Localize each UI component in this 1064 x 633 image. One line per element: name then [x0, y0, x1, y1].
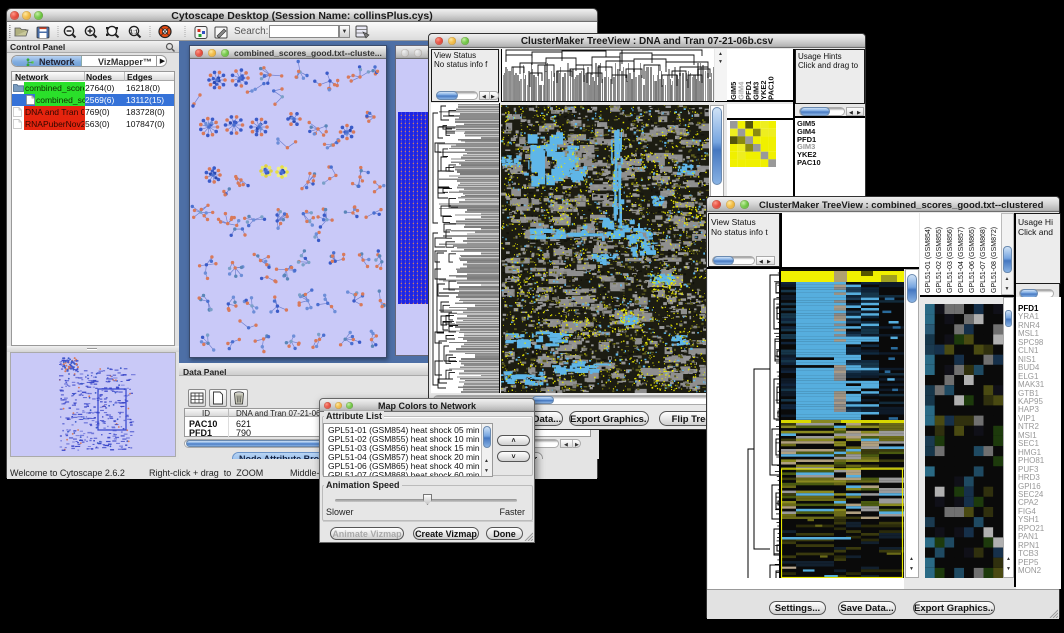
- svg-text:1:1: 1:1: [130, 29, 138, 35]
- svg-text:PAC10: PAC10: [767, 76, 776, 100]
- svg-text:GPL51-01 (GSM854): GPL51-01 (GSM854): [925, 227, 932, 293]
- svg-text:GPL51-07 (GSM868): GPL51-07 (GSM868): [980, 227, 987, 293]
- svg-text:GPL51-04 (GSM857): GPL51-04 (GSM857): [958, 227, 965, 293]
- svg-text:GPL51-06 (GSM865): GPL51-06 (GSM865): [969, 227, 976, 293]
- svg-text:GPL51-08 (GSM872): GPL51-08 (GSM872): [991, 227, 998, 293]
- svg-text:GPL51-02 (GSM855): GPL51-02 (GSM855): [936, 227, 943, 293]
- svg-text:GPL51-03 (GSM856): GPL51-03 (GSM856): [947, 227, 954, 293]
